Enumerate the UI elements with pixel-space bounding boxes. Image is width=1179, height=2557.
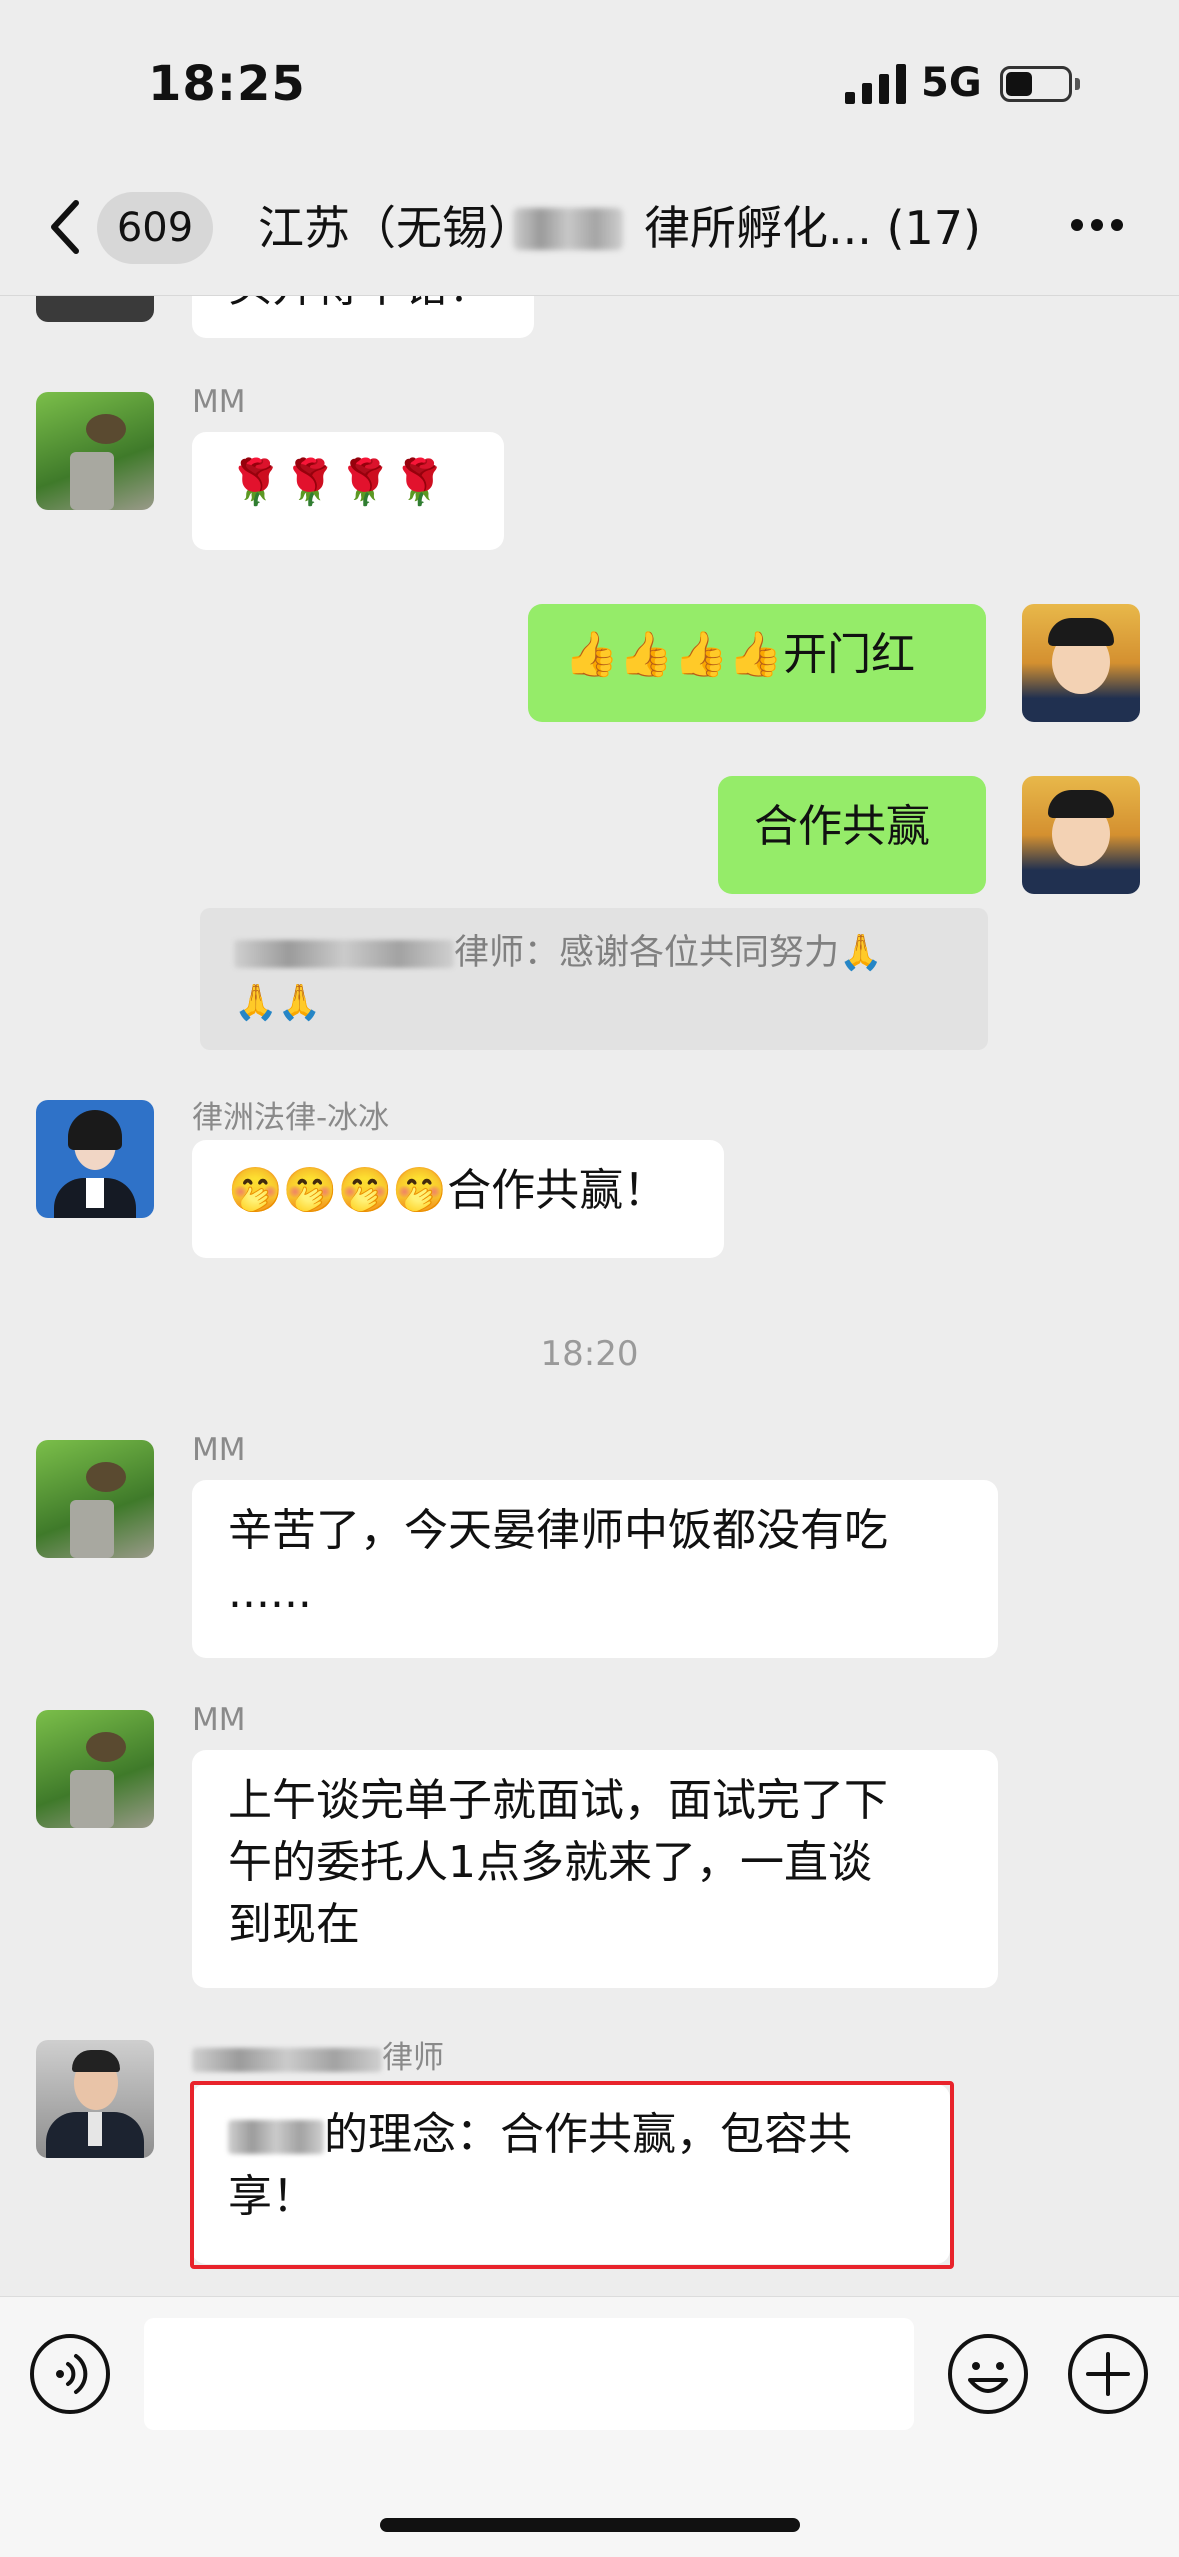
message-text: 🌹🌹🌹🌹 xyxy=(228,457,448,508)
my-message-bubble[interactable]: 合作共赢 xyxy=(718,776,986,894)
redacted-name xyxy=(234,940,454,968)
quote-text: 感谢各位共同努力🙏 xyxy=(559,933,883,973)
message-emoji: 🤭🤭🤭🤭 xyxy=(228,1165,448,1216)
timestamp: 18:20 xyxy=(540,1334,639,1374)
avatar-me[interactable] xyxy=(1022,604,1140,722)
message-input[interactable] xyxy=(144,2318,914,2430)
message-text-line: 午的委托人1点多就来了，一直谈 xyxy=(228,1837,872,1888)
message-text: 开门红 xyxy=(783,629,916,680)
signal-icon xyxy=(845,64,906,104)
battery-icon xyxy=(1000,66,1072,102)
redacted-title-part xyxy=(513,208,623,250)
message-bubble[interactable]: 辛苦了，今天晏律师中饭都没有吃 ...... xyxy=(192,1480,998,1658)
sender-name: MM xyxy=(192,384,246,420)
avatar-mm[interactable] xyxy=(36,1710,154,1828)
network-label: 5G xyxy=(921,60,982,106)
sender-name: MM xyxy=(192,1432,246,1468)
status-time: 18:25 xyxy=(148,56,306,112)
avatar-mm[interactable] xyxy=(36,1440,154,1558)
message-text-line: 上午谈完单子就面试，面试完了下 xyxy=(228,1775,888,1826)
sender-name: 律师 xyxy=(192,2032,444,2077)
highlight-box xyxy=(190,2081,954,2269)
home-indicator xyxy=(380,2518,800,2532)
more-icon[interactable] xyxy=(1070,218,1124,232)
message-bubble[interactable]: 🤭🤭🤭🤭合作共赢！ xyxy=(192,1140,724,1258)
unread-badge[interactable]: 609 xyxy=(97,192,213,264)
message-text: 合作共赢 xyxy=(754,801,930,852)
quote-emoji: 🙏🙏 xyxy=(234,983,322,1023)
chat-title-prefix: 江苏（无锡） xyxy=(258,201,534,255)
voice-icon[interactable] xyxy=(28,2332,112,2416)
message-bubble[interactable]: 头开得不错！ xyxy=(192,296,534,338)
quote-sender: 律师： xyxy=(454,933,560,973)
avatar-bingbing[interactable] xyxy=(36,1100,154,1218)
redacted-name xyxy=(192,2047,382,2072)
message-text: 合作共赢！ xyxy=(447,1165,668,1216)
quoted-message[interactable]: 律师：感谢各位共同努力🙏 🙏🙏 xyxy=(200,908,988,1050)
message-bubble[interactable]: 🌹🌹🌹🌹 xyxy=(192,432,504,550)
message-text-line: 辛苦了，今天晏律师中饭都没有吃 xyxy=(228,1505,888,1556)
message-text: 头开得不错！ xyxy=(228,296,492,312)
avatar xyxy=(36,296,154,322)
message-emoji: 👍👍👍👍 xyxy=(564,629,784,680)
avatar-lawyer[interactable] xyxy=(36,2040,154,2158)
my-message-bubble[interactable]: 👍👍👍👍开门红 xyxy=(528,604,986,722)
sender-name: MM xyxy=(192,1702,246,1738)
back-icon[interactable] xyxy=(46,197,86,257)
avatar-mm[interactable] xyxy=(36,392,154,510)
chat-title-suffix: 律所孵化... xyxy=(644,201,872,255)
avatar-me[interactable] xyxy=(1022,776,1140,894)
message-bubble[interactable]: 上午谈完单子就面试，面试完了下 午的委托人1点多就来了，一直谈 到现在 xyxy=(192,1750,998,1988)
partial-message-clip: 头开得不错！ xyxy=(0,296,1179,344)
message-text-line: 到现在 xyxy=(228,1899,360,1950)
message-text-line: ...... xyxy=(228,1567,312,1618)
member-count: (17) xyxy=(886,201,981,255)
emoji-icon[interactable] xyxy=(946,2332,1030,2416)
battery-tip xyxy=(1075,78,1080,90)
sender-suffix: 律师 xyxy=(382,2040,444,2076)
plus-icon[interactable] xyxy=(1066,2332,1150,2416)
sender-name: 律洲法律-冰冰 xyxy=(192,1100,390,1136)
